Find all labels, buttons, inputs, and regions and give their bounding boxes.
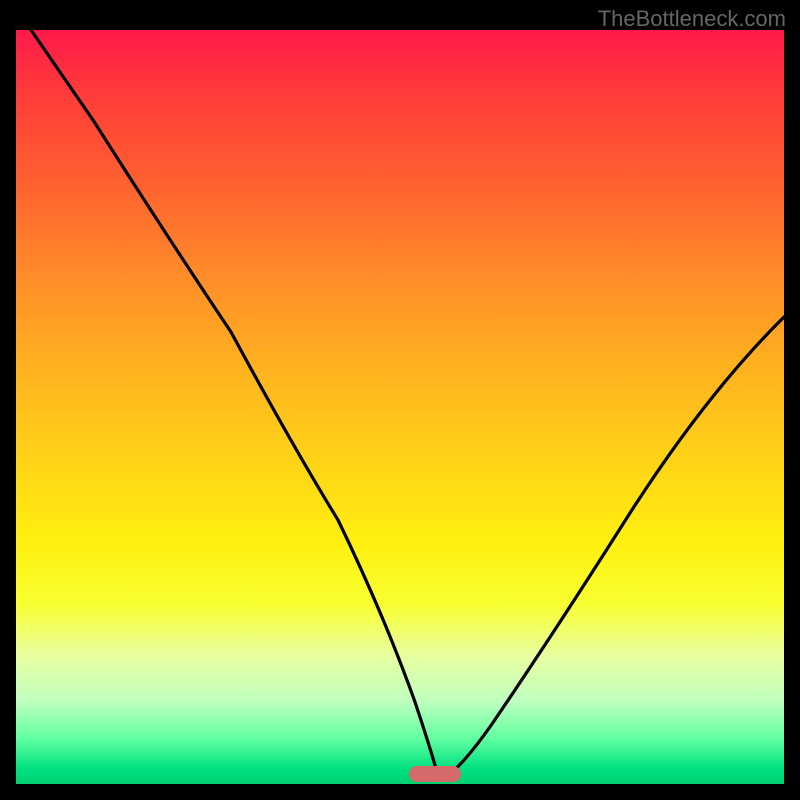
plot-area [16,30,784,784]
balanced-point-pill [409,766,461,782]
chart-container: TheBottleneck.com [0,0,800,800]
watermark-text: TheBottleneck.com [598,6,786,32]
bottleneck-curve [16,30,784,784]
curve-path [31,30,784,776]
